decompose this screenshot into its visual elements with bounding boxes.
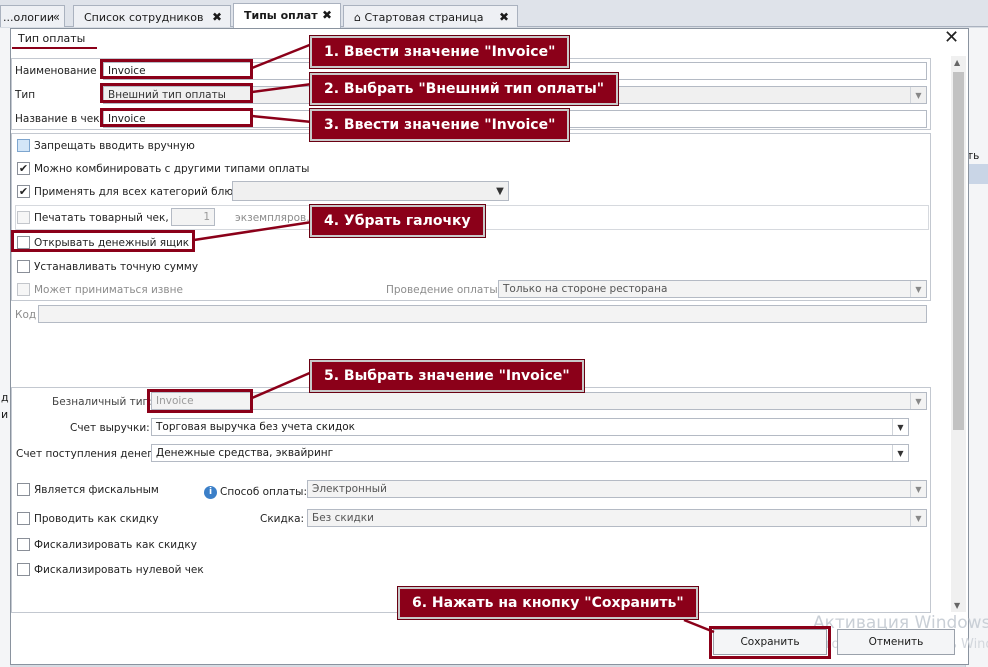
highlight-name [100,59,253,79]
callout-step-3: 3. Ввести значение "Invoice" [310,109,570,141]
leader-line [251,114,313,124]
callout-step-2: 2. Выбрать "Внешний тип оплаты" [310,73,619,105]
callout-step-5: 5. Выбрать значение "Invoice" [310,360,584,392]
highlight-cashless [147,389,253,413]
leader-line [251,82,313,94]
callout-step-4: 4. Убрать галочку [310,205,485,237]
leader-line [251,370,313,400]
highlight-save [709,626,831,659]
leader-line [193,220,313,242]
callout-step-1: 1. Ввести значение "Invoice" [310,36,570,68]
highlight-type [100,83,253,103]
highlight-cash-drawer [11,230,195,252]
highlight-receipt [100,108,253,127]
callout-step-6: 6. Нажать на кнопку "Сохранить" [398,587,698,619]
leader-line [251,42,313,70]
